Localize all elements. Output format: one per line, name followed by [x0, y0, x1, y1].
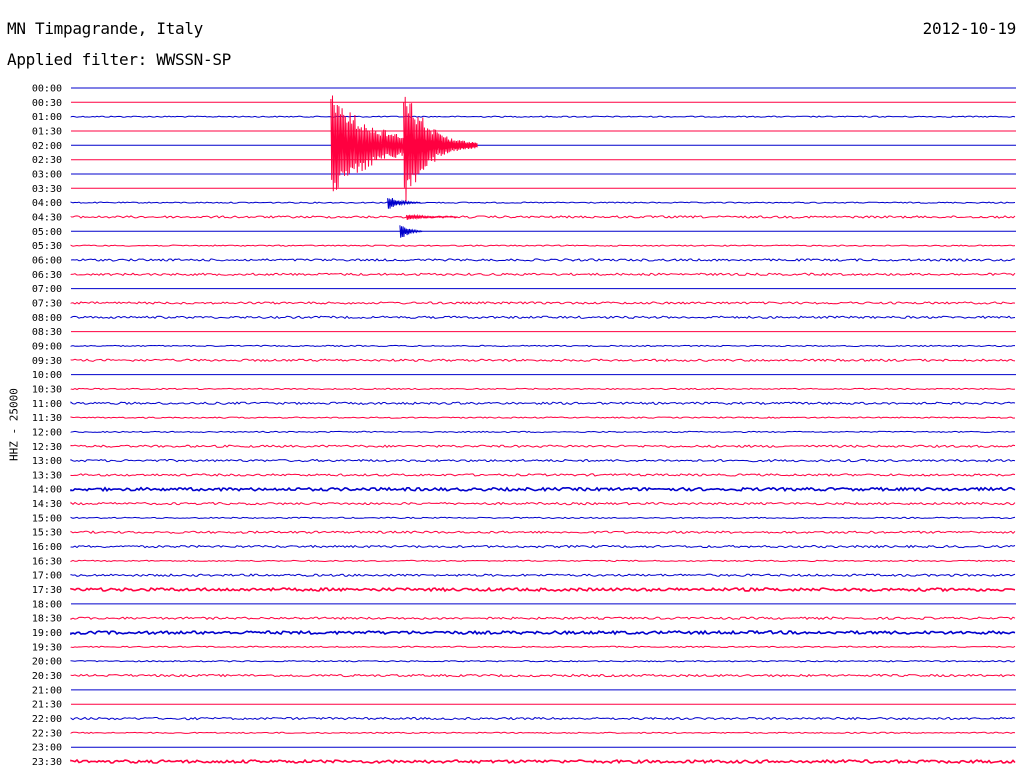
time-tick-label: 20:30 — [32, 671, 62, 682]
trace-line — [70, 430, 1016, 434]
trace-line — [70, 573, 1016, 577]
time-tick-label: 20:00 — [32, 657, 62, 668]
time-tick-label: 16:00 — [32, 542, 62, 553]
trace-line — [70, 358, 1016, 363]
trace-line — [70, 758, 1016, 765]
trace-line — [70, 244, 1016, 247]
trace-line — [70, 315, 1016, 320]
time-tick-label: 17:00 — [32, 571, 62, 582]
trace-line — [70, 444, 1016, 449]
time-tick-label: 15:30 — [32, 528, 62, 539]
trace-line — [70, 301, 1016, 305]
time-tick-label: 01:30 — [32, 126, 62, 137]
trace-line — [70, 559, 1016, 563]
time-tick-label: 23:30 — [32, 757, 62, 768]
time-tick-label: 09:00 — [32, 341, 62, 352]
seismic-event-burst — [387, 198, 421, 209]
trace-line — [70, 473, 1016, 477]
time-tick-label: 04:00 — [32, 198, 62, 209]
trace-line — [70, 616, 1016, 621]
time-tick-label: 10:30 — [32, 384, 62, 395]
time-tick-label: 08:30 — [32, 327, 62, 338]
time-tick-label: 04:30 — [32, 212, 62, 223]
time-tick-label: 19:00 — [32, 628, 62, 639]
time-tick-label: 06:30 — [32, 270, 62, 281]
trace-line — [70, 401, 1016, 405]
time-tick-label: 00:30 — [32, 98, 62, 109]
time-tick-label: 08:00 — [32, 313, 62, 324]
time-tick-label: 02:30 — [32, 155, 62, 166]
trace-line — [70, 731, 1016, 734]
trace-line — [70, 516, 1016, 520]
trace-line — [70, 673, 1016, 678]
time-tick-label: 07:00 — [32, 284, 62, 295]
time-tick-label: 00:00 — [32, 84, 62, 95]
trace-line — [70, 629, 1016, 636]
time-tick-label: 11:30 — [32, 413, 62, 424]
time-tick-label: 10:00 — [32, 370, 62, 381]
time-tick-label: 01:00 — [32, 112, 62, 123]
time-tick-label: 21:00 — [32, 685, 62, 696]
time-tick-label: 05:00 — [32, 227, 62, 238]
trace-line — [70, 645, 1016, 649]
trace-line — [70, 544, 1016, 549]
time-tick-label: 22:00 — [32, 714, 62, 725]
time-tick-label: 16:30 — [32, 556, 62, 567]
trace-line — [70, 272, 1016, 277]
time-tick-label: 03:30 — [32, 184, 62, 195]
trace-line — [70, 458, 1016, 463]
time-tick-label: 12:00 — [32, 427, 62, 438]
time-tick-label: 19:30 — [32, 642, 62, 653]
trace-line — [70, 115, 1016, 118]
seismic-event-burst — [399, 225, 423, 238]
trace-line — [70, 258, 1016, 262]
time-tick-label: 13:30 — [32, 470, 62, 481]
time-tick-label: 11:00 — [32, 399, 62, 410]
time-tick-label: 14:00 — [32, 485, 62, 496]
time-tick-label: 05:30 — [32, 241, 62, 252]
time-tick-label: 02:00 — [32, 141, 62, 152]
time-tick-label: 15:00 — [32, 513, 62, 524]
time-tick-label: 13:00 — [32, 456, 62, 467]
time-tick-label: 21:30 — [32, 700, 62, 711]
time-tick-label: 07:30 — [32, 298, 62, 309]
trace-line — [70, 530, 1016, 534]
trace-line — [70, 201, 1016, 204]
time-tick-label: 23:00 — [32, 743, 62, 754]
seismogram-plot: 00:00 00:30 01:00 01:30 02:00 02:30 03:00 03:30… — [32, 84, 1016, 768]
trace-line — [70, 344, 1015, 348]
trace-line — [70, 716, 1016, 721]
trace-line — [70, 501, 1016, 506]
time-tick-label: 06:00 — [32, 255, 62, 266]
time-tick-label: 18:00 — [32, 599, 62, 610]
time-tick-label: 14:30 — [32, 499, 62, 510]
time-tick-label: 09:30 — [32, 356, 62, 367]
time-tick-label: 03:00 — [32, 169, 62, 180]
time-tick-label: 22:30 — [32, 728, 62, 739]
trace-line — [70, 486, 1016, 493]
trace-line — [70, 586, 1016, 593]
trace-line — [70, 660, 1016, 663]
seismic-event-burst — [406, 213, 458, 221]
trace-line — [70, 387, 1016, 391]
time-tick-label: 17:30 — [32, 585, 62, 596]
time-tick-label: 12:30 — [32, 442, 62, 453]
trace-line — [70, 416, 1016, 419]
time-tick-label: 18:30 — [32, 614, 62, 625]
trace-line — [70, 215, 1016, 219]
